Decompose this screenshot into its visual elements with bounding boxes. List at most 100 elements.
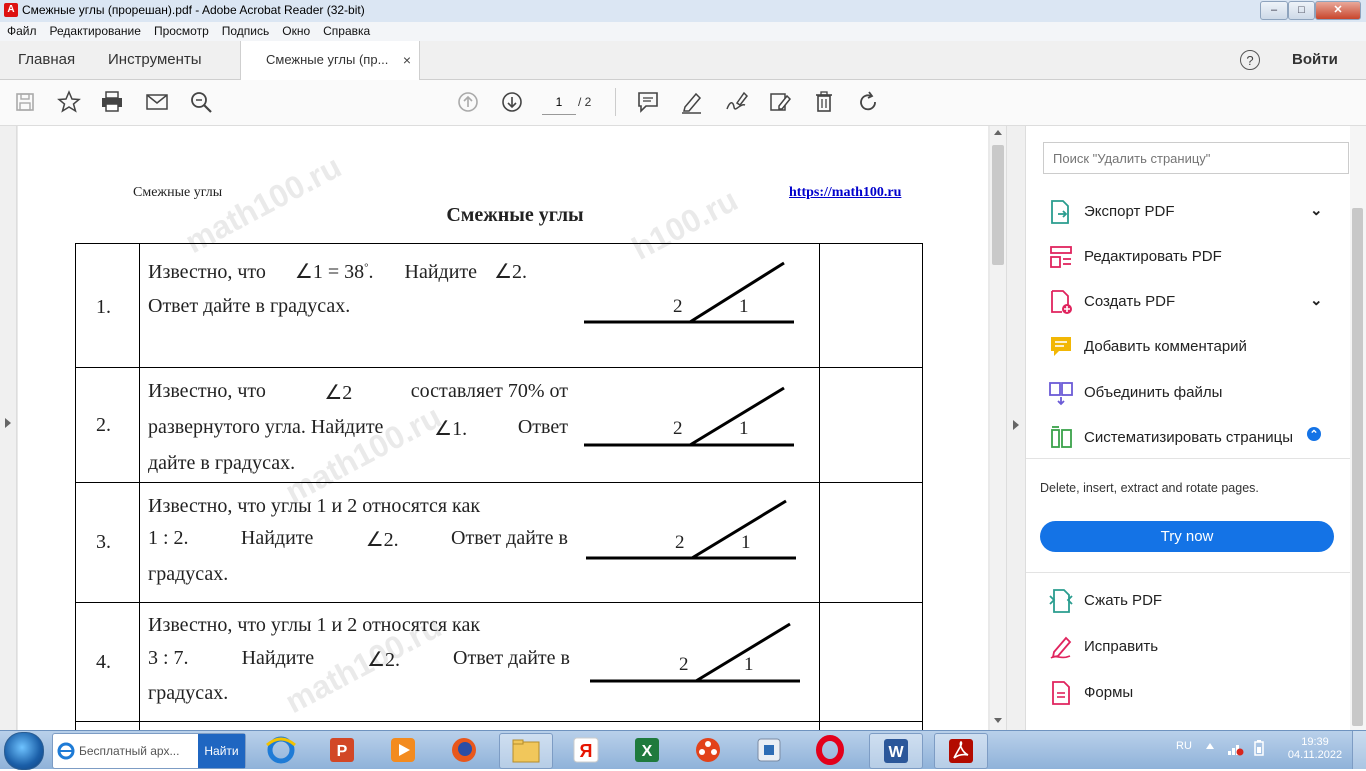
taskbar-video-app[interactable]: [682, 733, 734, 767]
scroll-down-icon[interactable]: [994, 718, 1002, 723]
problem-number: 4.: [96, 651, 111, 673]
page-down-icon[interactable]: [499, 89, 525, 115]
problem-ratio: 3 : 7.: [148, 647, 189, 669]
tool-export-pdf[interactable]: Экспорт PDF ⌄: [1048, 199, 1338, 239]
sign-icon[interactable]: [723, 89, 749, 115]
chevron-down-icon[interactable]: ⌄: [1310, 201, 1323, 219]
svg-text:P: P: [337, 743, 348, 760]
start-button[interactable]: [4, 732, 44, 770]
taskbar-usb-app[interactable]: [743, 733, 795, 767]
tray-clock[interactable]: 19:39 04.11.2022: [1285, 736, 1345, 762]
tool-label: Сжать PDF: [1084, 592, 1163, 609]
rotate-icon[interactable]: [855, 89, 881, 115]
taskbar-search-text: Бесплатный арх...: [79, 744, 180, 758]
scrollbar-thumb[interactable]: [992, 145, 1004, 265]
problem-number: 2.: [96, 414, 111, 436]
tool-label: Экспорт PDF: [1084, 203, 1175, 220]
tool-create-pdf[interactable]: Создать PDF ⌄: [1048, 289, 1338, 329]
tab-close-icon[interactable]: ×: [403, 41, 411, 79]
tool-organize-pages[interactable]: Систематизировать страницы ⌃: [1048, 425, 1338, 465]
tab-document-label: Смежные углы (пр...: [266, 52, 389, 67]
tool-add-comment[interactable]: Добавить комментарий: [1048, 334, 1338, 374]
tab-document[interactable]: Смежные углы (пр... ×: [240, 41, 420, 80]
usb-app-icon: [757, 738, 781, 762]
sign-in-button[interactable]: Войти: [1292, 41, 1338, 79]
taskbar-yandex[interactable]: Я: [560, 733, 612, 767]
menu-window[interactable]: Окно: [275, 22, 316, 38]
svg-text:X: X: [642, 743, 653, 760]
collapse-right-icon[interactable]: [1013, 420, 1019, 430]
tray-language[interactable]: RU: [1176, 740, 1192, 752]
try-now-button[interactable]: Try now: [1040, 521, 1334, 552]
tool-combine-files[interactable]: Объединить файлы: [1048, 380, 1338, 420]
taskbar-search-button[interactable]: Найти: [198, 734, 245, 768]
acrobat-icon: [949, 739, 973, 763]
tab-home[interactable]: Главная: [18, 41, 75, 79]
help-icon[interactable]: ?: [1240, 50, 1260, 70]
tools-pane-scrollbar[interactable]: [1350, 126, 1366, 730]
page-up-icon[interactable]: [455, 89, 481, 115]
show-desktop-button[interactable]: [1352, 731, 1366, 769]
right-panel-toggle[interactable]: [1006, 126, 1025, 730]
taskbar-file-explorer[interactable]: [499, 733, 553, 769]
tool-fill-sign[interactable]: Исправить: [1048, 634, 1338, 674]
star-icon[interactable]: [56, 89, 82, 115]
taskbar-firefox[interactable]: [438, 733, 490, 767]
taskbar-acrobat[interactable]: [934, 733, 988, 769]
tab-tools[interactable]: Инструменты: [108, 41, 202, 79]
scroll-up-icon[interactable]: [994, 130, 1002, 135]
close-button[interactable]: ✕: [1315, 1, 1361, 20]
print-icon[interactable]: [99, 89, 125, 115]
angle-diagram: [584, 261, 794, 324]
opera-icon: [816, 735, 844, 765]
pdf-page: math100.ru h100.ru math100.ru math100.ru…: [18, 126, 988, 730]
taskbar-powerpoint[interactable]: P: [316, 733, 368, 767]
toolbar-divider: [615, 88, 616, 116]
clock-date: 04.11.2022: [1287, 749, 1343, 761]
menu-file[interactable]: Файл: [0, 22, 43, 38]
left-panel-toggle[interactable]: [0, 126, 17, 730]
menu-edit[interactable]: Редактирование: [43, 22, 147, 38]
tools-search-input[interactable]: [1043, 142, 1349, 174]
menu-sign[interactable]: Подпись: [215, 22, 276, 38]
problem-text-part: Ответ дайте в: [453, 647, 570, 669]
zoom-search-icon[interactable]: [188, 89, 214, 115]
battery-icon[interactable]: [1252, 739, 1266, 757]
comment-icon[interactable]: [635, 89, 661, 115]
problem-text-part: Найдите: [241, 647, 315, 669]
taskbar-excel[interactable]: X: [621, 733, 673, 767]
tool-compress-pdf[interactable]: Сжать PDF: [1048, 588, 1338, 628]
edit-pdf-icon: [1050, 246, 1072, 268]
minimize-button[interactable]: –: [1260, 1, 1288, 20]
excel-icon: X: [635, 738, 659, 762]
expand-left-icon[interactable]: [5, 418, 11, 428]
save-icon[interactable]: [12, 89, 38, 115]
taskbar-ie[interactable]: [255, 733, 307, 767]
menu-view[interactable]: Просмотр: [147, 22, 215, 38]
tool-label: Редактировать PDF: [1084, 248, 1222, 265]
menu-help[interactable]: Справка: [316, 22, 376, 38]
doc-header-link[interactable]: https://math100.ru: [789, 185, 901, 201]
acrobat-icon: A: [4, 3, 18, 17]
show-hidden-icons-icon[interactable]: [1206, 743, 1214, 749]
mail-icon[interactable]: [144, 89, 170, 115]
problem-text-part: Ответ дайте в: [451, 527, 568, 549]
maximize-button[interactable]: □: [1288, 1, 1315, 20]
chevron-down-icon[interactable]: ⌄: [1310, 291, 1323, 309]
chevron-up-icon[interactable]: ⌃: [1307, 427, 1321, 441]
scrollbar-thumb[interactable]: [1352, 208, 1363, 726]
yandex-icon: Я: [573, 737, 599, 763]
taskbar-opera[interactable]: [804, 733, 856, 767]
page-number-input[interactable]: [542, 90, 576, 115]
delete-icon[interactable]: [811, 89, 837, 115]
svg-text:W: W: [888, 744, 904, 761]
tool-forms[interactable]: Формы: [1048, 680, 1338, 720]
taskbar-word[interactable]: W: [869, 733, 923, 769]
problem-angle: ∠2.: [367, 649, 401, 671]
network-icon[interactable]: [1226, 739, 1244, 757]
highlight-pen-icon[interactable]: [679, 89, 705, 115]
edit-pdf-icon[interactable]: [767, 89, 793, 115]
taskbar-ie-search[interactable]: Бесплатный арх... Найти: [52, 733, 246, 769]
taskbar-media-player[interactable]: [377, 733, 429, 767]
tool-edit-pdf[interactable]: Редактировать PDF: [1048, 244, 1338, 284]
